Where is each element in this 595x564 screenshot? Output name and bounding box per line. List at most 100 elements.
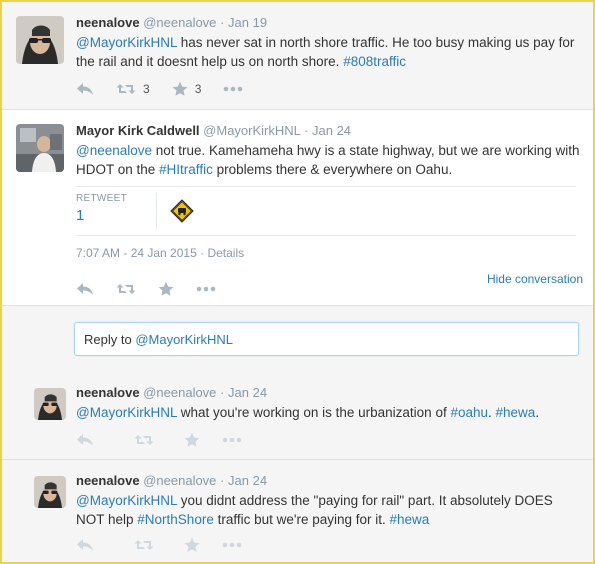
mention-link[interactable]: @MayorKirkHNL [76, 405, 177, 420]
tweet-text-segment: . [488, 405, 496, 420]
reply-button[interactable] [76, 538, 94, 552]
reply-area: Reply to @MayorKirkHNL [2, 306, 593, 373]
conversation-frame: neenalove @neenalove · Jan 19 @MayorKirk… [0, 0, 595, 564]
avatar-neenalove[interactable] [16, 16, 64, 64]
tweet-stats: RETWEET 1 [76, 186, 576, 236]
tweet-header: neenalove @neenalove · Jan 24 [76, 384, 583, 401]
reply-mention: @MayorKirkHNL [135, 332, 234, 347]
reply-arrow-icon [77, 283, 93, 295]
favorite-button[interactable]: 3 [172, 81, 202, 97]
separator: · [304, 123, 309, 138]
tweet-neenalove-jan24-b[interactable]: neenalove @neenalove · Jan 24 @MayorKirk… [2, 460, 593, 562]
user-handle[interactable]: @neenalove [143, 15, 216, 30]
mention-link[interactable]: @MayorKirkHNL [76, 35, 177, 50]
star-icon [184, 432, 200, 447]
retweet-count: 3 [143, 82, 150, 96]
tweet-date[interactable]: Jan 24 [228, 385, 267, 400]
traffic-sign-icon [170, 199, 194, 223]
tweet-actions [76, 431, 264, 449]
more-dots-icon [222, 437, 242, 443]
user-name[interactable]: neenalove [76, 473, 140, 488]
mention-link[interactable]: @neenalove [76, 143, 152, 158]
more-button[interactable] [196, 286, 216, 292]
tweet-header: Mayor Kirk Caldwell @MayorKirkHNL · Jan … [76, 122, 583, 139]
tweet-neenalove-jan24-a[interactable]: neenalove @neenalove · Jan 24 @MayorKirk… [2, 372, 593, 460]
tweet-mayor-jan24-expanded[interactable]: Mayor Kirk Caldwell @MayorKirkHNL · Jan … [2, 110, 593, 306]
tweet-timestamp[interactable]: 7:07 AM - 24 Jan 2015 [76, 246, 197, 260]
retweet-button[interactable] [134, 433, 154, 447]
tweet-actions [76, 280, 238, 298]
retweet-icon [116, 284, 136, 294]
user-handle[interactable]: @MayorKirkHNL [203, 123, 300, 138]
retweet-stat-label: RETWEET [76, 193, 127, 204]
tweet-text-segment: problems there & everywhere on Oahu. [212, 162, 453, 177]
more-button[interactable] [222, 437, 242, 443]
tweet-date[interactable]: Jan 24 [228, 473, 267, 488]
reply-arrow-icon [77, 83, 93, 95]
separator: · [200, 246, 205, 260]
tweet-date[interactable]: Jan 19 [228, 15, 267, 30]
tweet-actions: 3 3 [76, 80, 265, 98]
more-button[interactable] [223, 86, 243, 92]
user-name[interactable]: neenalove [76, 15, 140, 30]
avatar-neenalove[interactable] [34, 476, 66, 508]
hashtag-link[interactable]: #hewa [390, 512, 430, 527]
reply-prefix: Reply to [84, 332, 136, 347]
star-icon [158, 281, 174, 296]
separator: · [220, 15, 225, 30]
avatar-neenalove[interactable] [34, 388, 66, 420]
more-dots-icon [196, 286, 216, 292]
hashtag-link[interactable]: #hewa [496, 405, 536, 420]
mention-link[interactable]: @MayorKirkHNL [76, 493, 177, 508]
more-button[interactable] [222, 542, 242, 548]
tweet-text: @MayorKirkHNL has never sat in north sho… [76, 33, 583, 71]
tweet-header: neenalove @neenalove · Jan 24 [76, 472, 583, 489]
retweet-icon [116, 84, 136, 94]
avatar-mayor[interactable] [16, 124, 64, 172]
tweet-text: @MayorKirkHNL you didnt address the "pay… [76, 491, 583, 529]
reply-input[interactable]: Reply to @MayorKirkHNL [74, 322, 579, 356]
favorite-button[interactable] [158, 281, 174, 297]
star-icon [184, 537, 200, 552]
hashtag-link[interactable]: #808traffic [343, 54, 406, 69]
user-handle[interactable]: @neenalove [143, 385, 216, 400]
hashtag-link[interactable]: #oahu [450, 405, 488, 420]
details-link[interactable]: Details [207, 246, 244, 260]
reply-arrow-icon [77, 539, 93, 551]
tweet-timestamp-line: 7:07 AM - 24 Jan 2015 · Details [76, 246, 244, 260]
tweet-actions [76, 536, 264, 554]
tweet-date[interactable]: Jan 24 [312, 123, 351, 138]
hide-conversation-link[interactable]: Hide conversation [487, 272, 583, 286]
favorite-button[interactable] [184, 537, 200, 553]
retweet-button[interactable] [134, 538, 154, 552]
tweet-header: neenalove @neenalove · Jan 19 [76, 14, 583, 31]
more-dots-icon [224, 86, 243, 92]
tweet-text-segment: what you're working on is the urbanizati… [176, 405, 451, 420]
reply-button[interactable] [76, 433, 94, 447]
reply-arrow-icon [77, 434, 93, 446]
retweet-stat-count[interactable]: 1 [76, 207, 156, 224]
favorite-button[interactable] [184, 432, 200, 448]
separator: · [220, 473, 225, 488]
hashtag-link[interactable]: #NorthShore [137, 512, 214, 527]
user-name[interactable]: Mayor Kirk Caldwell [76, 123, 200, 138]
user-name[interactable]: neenalove [76, 385, 140, 400]
favorite-count: 3 [194, 82, 202, 96]
more-dots-icon [222, 542, 242, 548]
tweet-neenalove-jan19[interactable]: neenalove @neenalove · Jan 19 @MayorKirk… [2, 2, 593, 110]
retweet-stat[interactable]: RETWEET 1 [76, 193, 157, 229]
retweet-icon [134, 540, 154, 550]
tweet-text-segment: traffic but we're paying for it. [213, 512, 390, 527]
reply-button[interactable] [76, 82, 94, 96]
reply-button[interactable] [76, 282, 94, 296]
retweeter-avatar[interactable] [170, 199, 194, 228]
retweet-icon [134, 435, 154, 445]
retweet-button[interactable] [116, 282, 136, 296]
retweet-button[interactable]: 3 [116, 82, 150, 96]
tweet-text: @MayorKirkHNL what you're working on is … [76, 403, 583, 422]
hashtag-link[interactable]: #HItraffic [159, 162, 213, 177]
tweet-text-segment: . [535, 405, 540, 420]
star-icon [172, 81, 188, 96]
tweet-text: @neenalove not true. Kamehameha hwy is a… [76, 141, 583, 179]
user-handle[interactable]: @neenalove [143, 473, 216, 488]
